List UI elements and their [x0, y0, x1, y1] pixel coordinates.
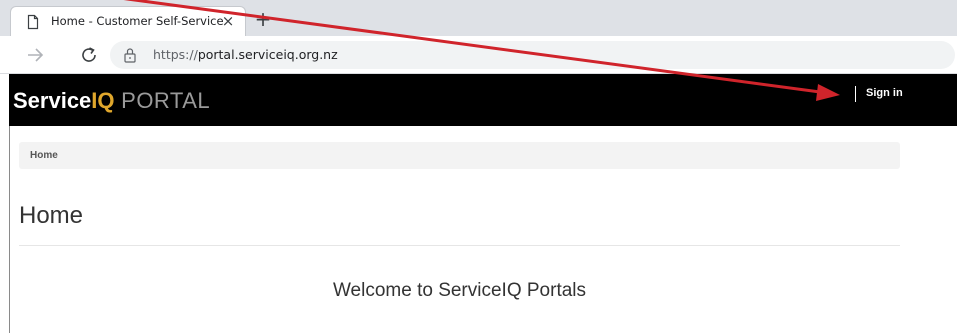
url-text: https://portal.serviceiq.org.nz: [153, 47, 338, 62]
url-host: portal.serviceiq.org.nz: [197, 47, 338, 62]
url-scheme: https://: [153, 47, 198, 62]
page-left-border: [9, 126, 10, 333]
title-divider: [19, 245, 900, 246]
nav-divider: [855, 86, 856, 102]
breadcrumb: Home: [19, 142, 900, 169]
brand-logo[interactable]: ServiceIQ PORTAL: [13, 88, 210, 114]
site-header: ServiceIQ PORTAL Sign in: [9, 74, 957, 126]
tab-title: Home - Customer Self-Service: [51, 14, 224, 28]
address-bar[interactable]: https://portal.serviceiq.org.nz: [110, 41, 955, 69]
page-icon: [27, 14, 39, 30]
browser-tab[interactable]: Home - Customer Self-Service ×: [10, 6, 246, 36]
brand-part-iq: IQ: [91, 88, 115, 113]
sign-in-link[interactable]: Sign in: [866, 87, 903, 99]
breadcrumb-home: Home: [30, 150, 58, 161]
close-icon[interactable]: ×: [219, 12, 237, 30]
brand-part-service: Service: [13, 88, 92, 113]
reload-icon[interactable]: [78, 44, 100, 66]
welcome-message: Welcome to ServiceIQ Portals: [332, 280, 587, 301]
browser-tabstrip: Home - Customer Self-Service × +: [0, 0, 957, 36]
brand-part-portal: PORTAL: [114, 88, 211, 113]
lock-icon[interactable]: [123, 47, 137, 63]
forward-arrow-icon[interactable]: [24, 44, 46, 66]
new-tab-icon[interactable]: +: [253, 9, 273, 29]
browser-toolbar: https://portal.serviceiq.org.nz: [0, 36, 957, 74]
page-title: Home: [19, 202, 84, 229]
